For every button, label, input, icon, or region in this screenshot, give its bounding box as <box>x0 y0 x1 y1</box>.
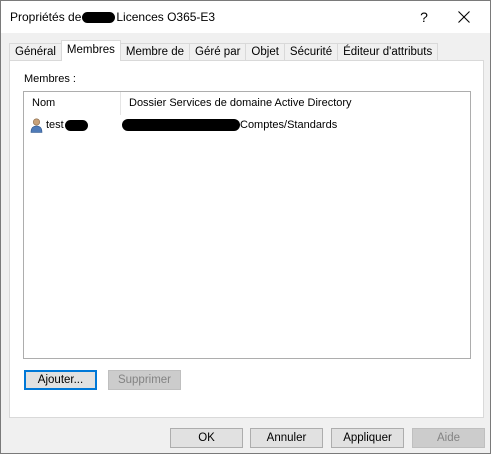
tab-members[interactable]: Membres <box>60 40 121 61</box>
redacted-group-name <box>82 11 116 23</box>
title-suffix: Licences O365-E3 <box>116 10 216 24</box>
title-prefix: Propriétés de <box>10 10 82 24</box>
ok-button[interactable]: OK <box>170 428 243 448</box>
tab-attribute-editor[interactable]: Éditeur d'attributs <box>337 43 439 61</box>
column-header-name[interactable]: Nom <box>24 92 121 115</box>
member-folder-cell: Comptes/Standards <box>121 119 470 131</box>
tab-member-of[interactable]: Membre de <box>119 43 191 61</box>
members-label: Membres : <box>24 73 76 85</box>
user-icon <box>30 117 43 133</box>
tab-object[interactable]: Objet <box>245 43 285 61</box>
add-member-label: Ajouter... <box>37 374 84 386</box>
tab-strip: Général Membres Membre de Géré par Objet… <box>9 40 439 61</box>
members-tab-panel: Membres : Nom Dossier Services de domain… <box>9 60 484 418</box>
cancel-button[interactable]: Annuler <box>250 428 323 448</box>
title-bar: Propriétés de Licences O365-E3 ? <box>1 1 490 33</box>
redacted-member-name <box>64 119 88 131</box>
tab-general[interactable]: Général <box>9 43 62 61</box>
close-icon <box>458 11 470 23</box>
tab-managed-by[interactable]: Géré par <box>189 43 247 61</box>
remove-member-button[interactable]: Supprimer <box>108 370 181 390</box>
add-member-button[interactable]: Ajouter... <box>24 370 97 390</box>
list-item[interactable]: test Comptes/Standards <box>24 116 470 134</box>
member-name: test <box>46 119 64 131</box>
members-list[interactable]: Nom Dossier Services de domaine Active D… <box>23 91 471 359</box>
column-header-folder[interactable]: Dossier Services de domaine Active Direc… <box>121 92 470 115</box>
member-name-cell: test <box>24 117 121 133</box>
properties-dialog: Propriétés de Licences O365-E3 ? Général… <box>0 0 491 454</box>
member-folder: Comptes/Standards <box>240 119 338 131</box>
help-footer-button[interactable]: Aide <box>412 428 485 448</box>
redacted-folder-path <box>122 119 240 131</box>
window-title: Propriétés de Licences O365-E3 <box>10 10 215 24</box>
apply-button[interactable]: Appliquer <box>331 428 404 448</box>
tab-security[interactable]: Sécurité <box>283 43 339 61</box>
list-header: Nom Dossier Services de domaine Active D… <box>24 92 470 115</box>
help-button[interactable]: ? <box>414 7 434 27</box>
close-button[interactable] <box>442 2 486 32</box>
